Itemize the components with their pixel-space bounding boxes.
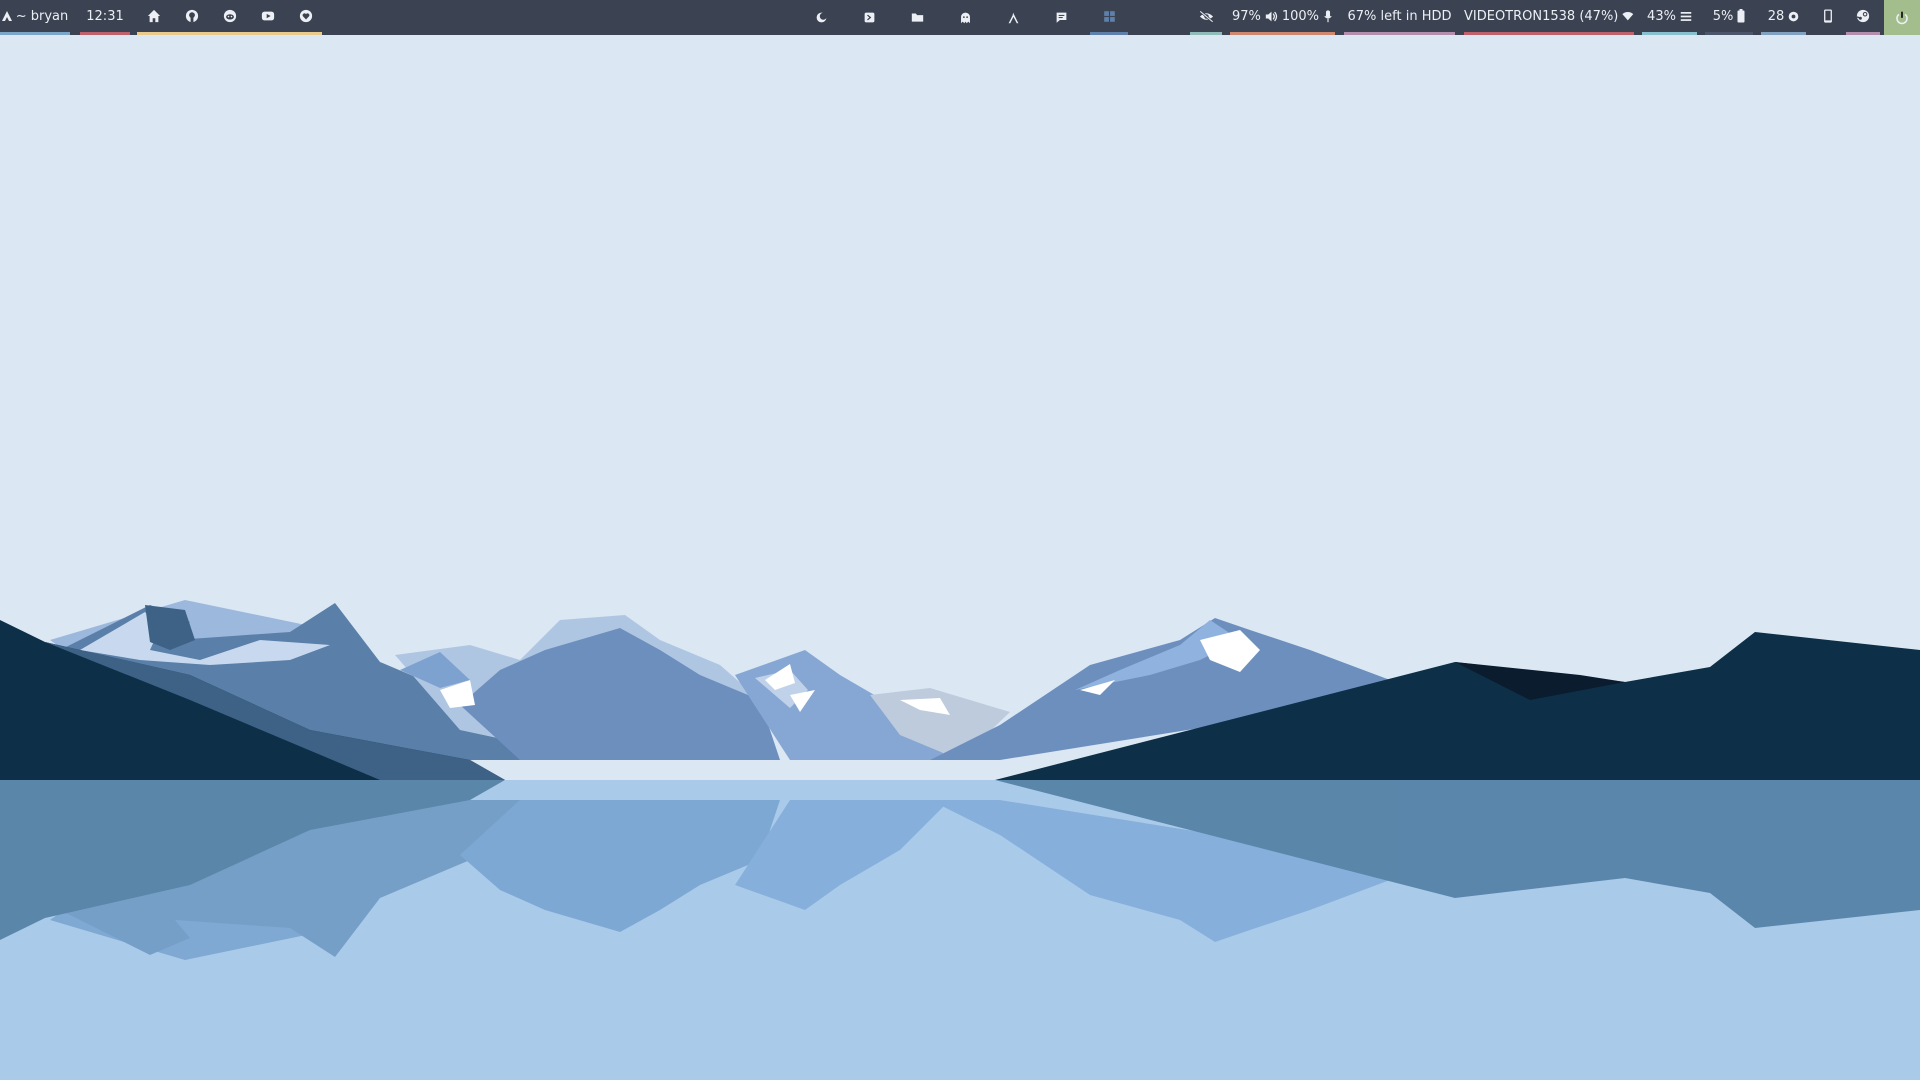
phone-module[interactable]	[1813, 0, 1843, 35]
eye-slash-icon	[1198, 9, 1214, 23]
home-icon[interactable]	[145, 7, 163, 25]
folder-icon	[911, 13, 923, 22]
microphone-icon	[1324, 9, 1332, 22]
terminal-icon	[864, 12, 874, 23]
workspace-lambda[interactable]	[994, 0, 1032, 35]
steam-icon	[1856, 9, 1870, 23]
phone-icon	[1824, 9, 1832, 23]
wifi-value: VIDEOTRON1538 (47%)	[1464, 8, 1619, 24]
clock[interactable]: 12:31	[80, 0, 130, 35]
steam-module[interactable]	[1846, 0, 1880, 35]
memory-module[interactable]: 43%	[1642, 0, 1697, 35]
youtube-icon[interactable]	[259, 7, 277, 25]
updates-module[interactable]: 28	[1761, 0, 1806, 35]
launcher-label: ~ bryan	[15, 8, 69, 24]
workspace-grid[interactable]	[1090, 0, 1128, 35]
chat-icon	[1056, 12, 1066, 23]
lambda-icon	[1008, 12, 1018, 24]
desktop-wallpaper	[0, 35, 1920, 1080]
mic-value: 100%	[1281, 8, 1320, 24]
speaker-icon	[1265, 11, 1277, 21]
power-button[interactable]	[1884, 0, 1920, 35]
top-panel: ~ bryan 12:31 97% 100% 67% left in HDD V…	[0, 0, 1920, 35]
privacy-toggle[interactable]	[1190, 0, 1222, 35]
workspace-ghost[interactable]	[946, 0, 984, 35]
workspace-chat[interactable]	[1042, 0, 1080, 35]
battery-icon	[1737, 9, 1745, 23]
memory-value: 43%	[1647, 8, 1676, 24]
updates-icon	[1788, 11, 1799, 21]
grid-icon	[1103, 10, 1115, 22]
clock-time: 12:31	[86, 8, 124, 24]
ghost-icon	[960, 12, 970, 24]
reddit-icon[interactable]	[221, 7, 239, 25]
disk-value: 67% left in HDD	[1347, 8, 1452, 24]
wifi-icon	[1622, 12, 1634, 21]
bookmarks-group	[137, 0, 322, 35]
github-icon[interactable]	[183, 7, 201, 25]
memory-icon	[1680, 11, 1692, 21]
updates-value: 28	[1767, 8, 1785, 24]
battery-module[interactable]: 5%	[1705, 0, 1753, 35]
workspace-folder[interactable]	[898, 0, 936, 35]
power-icon	[1896, 11, 1908, 24]
wifi-module[interactable]: VIDEOTRON1538 (47%)	[1464, 0, 1634, 35]
workspace-moon[interactable]	[802, 0, 840, 35]
volume-value: 97%	[1231, 8, 1261, 24]
battery-value: 5%	[1712, 8, 1734, 24]
moon-icon	[816, 12, 827, 23]
heart-icon[interactable]	[297, 7, 315, 25]
arch-icon	[1, 11, 12, 21]
launcher-button[interactable]: ~ bryan	[0, 0, 70, 35]
disk-module[interactable]: 67% left in HDD	[1344, 0, 1455, 35]
audio-module[interactable]: 97% 100%	[1230, 0, 1335, 35]
workspace-terminal[interactable]	[850, 0, 888, 35]
